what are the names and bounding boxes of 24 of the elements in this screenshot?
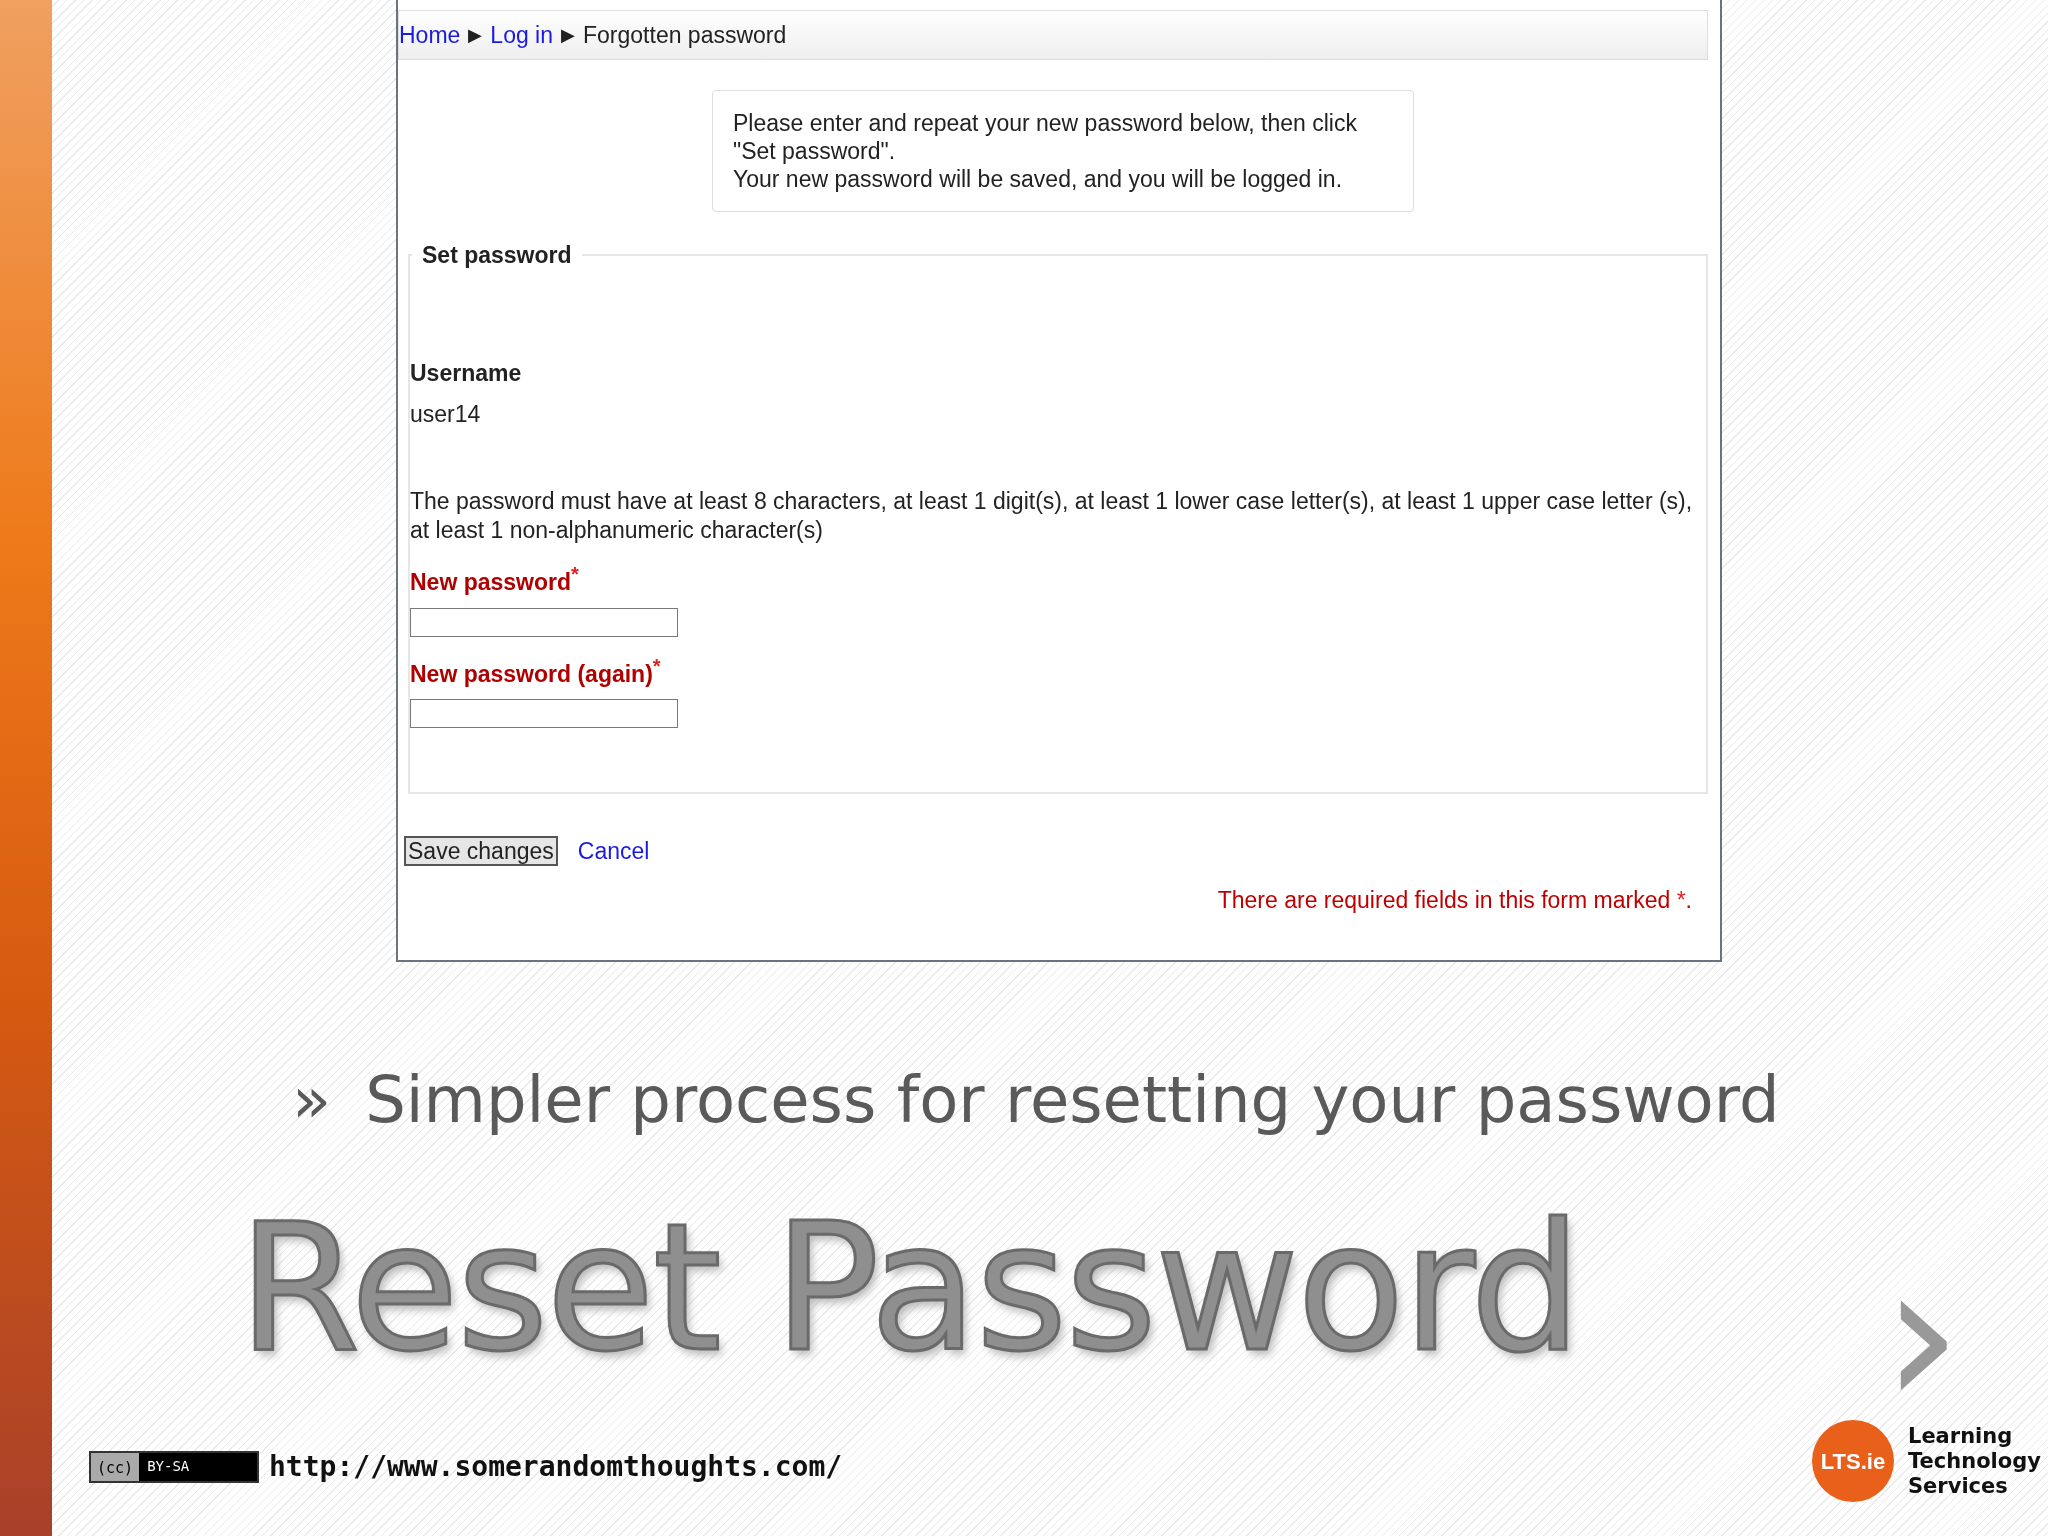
save-button[interactable]: Save changes	[404, 836, 558, 867]
field-label: New password (again)$^{*}$	[410, 656, 662, 689]
username-value: user14	[410, 399, 482, 429]
slide-title: Reset Password	[238, 1192, 1580, 1386]
info-text: Please enter and repeat your new password below, then click "Set password".	[733, 109, 1358, 165]
cancel-link[interactable]: Cancel	[577, 834, 650, 869]
bullet-icon: »	[292, 1052, 332, 1148]
breadcrumb-link[interactable]: Home	[399, 17, 461, 53]
username-label: Username	[410, 359, 523, 388]
password-field[interactable]	[410, 699, 678, 728]
logo-wordmark: Learning Technology Services	[1908, 1423, 2041, 1499]
footer-url: http://www.somerandomthoughts.com/	[269, 1448, 843, 1485]
field-label: New password$^{*}$	[410, 565, 580, 597]
info-text: Your new password will be saved, and you will be logged in.	[733, 165, 1344, 193]
slide-subtitle: Simpler process for resetting your password	[365, 1062, 1780, 1139]
breadcrumb-link[interactable]: Log in	[490, 17, 554, 53]
license-badge: (cc) BY-SA	[89, 1450, 259, 1483]
password-field[interactable]	[410, 607, 678, 637]
required-note: There are required fields in this form marked *.	[1217, 885, 1692, 915]
breadcrumb-separator: ▶	[561, 23, 576, 47]
logo-badge: LTS.ie	[1812, 1420, 1894, 1502]
password-rule: The password must have at least 8 characters, at least 1 digit(s), at least 1 lower case letter(s), at least 1 upper case letter (s), at least 1 non-alphanumeric character(s)	[410, 487, 1694, 545]
breadcrumb-current: Forgotten password	[583, 20, 787, 50]
breadcrumb-separator: ▶	[468, 23, 483, 47]
